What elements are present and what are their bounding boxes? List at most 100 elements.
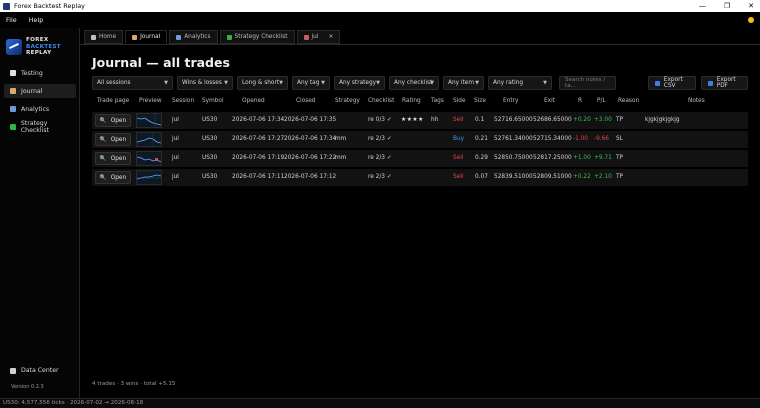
symbol-cell: US30 bbox=[202, 136, 218, 142]
open-trade-button[interactable]: 🔍 Open bbox=[95, 133, 131, 146]
status-indicator-icon bbox=[748, 17, 754, 23]
column-header[interactable]: Preview bbox=[139, 98, 162, 104]
column-header[interactable]: Symbol bbox=[202, 98, 224, 104]
tag-filter[interactable]: Any tag ▼ bbox=[292, 76, 330, 90]
sidebar-item-label: Strategy Checklist bbox=[20, 120, 49, 134]
checklist-icon bbox=[10, 124, 16, 130]
tab-journal[interactable]: Journal bbox=[125, 30, 168, 44]
column-header[interactable]: Closed bbox=[296, 98, 315, 104]
menu-file[interactable]: File bbox=[0, 16, 23, 24]
trade-preview-thumbnail[interactable] bbox=[136, 170, 162, 185]
journal-page: Journal — all trades All sessions ▼ Wins … bbox=[80, 44, 760, 398]
trade-preview-thumbnail[interactable] bbox=[136, 113, 162, 128]
column-header[interactable]: Entry bbox=[503, 98, 518, 104]
strategy-filter[interactable]: Any strategy ▼ bbox=[334, 76, 385, 90]
home-icon bbox=[91, 34, 96, 40]
entry-cell: 52761.34000 bbox=[494, 136, 533, 142]
close-window-icon[interactable]: ✕ bbox=[748, 2, 754, 10]
trade-preview-thumbnail[interactable] bbox=[136, 132, 162, 147]
column-header[interactable]: Strategy bbox=[335, 98, 360, 104]
item-filter[interactable]: Any item ▼ bbox=[443, 76, 484, 90]
tab-strategy-checklist[interactable]: Strategy Checklist bbox=[219, 30, 295, 44]
column-header[interactable]: Size bbox=[474, 98, 486, 104]
page-title: Journal — all trades bbox=[92, 55, 230, 70]
column-header[interactable]: Session bbox=[172, 98, 194, 104]
window-controls: — ❐ ✕ bbox=[699, 0, 754, 12]
sidebar-item-data-center[interactable]: Data Center bbox=[10, 367, 59, 374]
filter-value: Any item bbox=[448, 80, 475, 86]
sidebar-item-strategy-checklist[interactable]: Strategy Checklist bbox=[4, 120, 76, 134]
column-header[interactable]: Opened bbox=[242, 98, 265, 104]
sidebar-item-journal[interactable]: Journal bbox=[4, 84, 76, 98]
column-header[interactable]: Rating bbox=[402, 98, 421, 104]
column-header[interactable]: Side bbox=[453, 98, 466, 104]
open-trade-button[interactable]: 🔍 Open bbox=[95, 114, 131, 127]
column-header[interactable]: Checklist bbox=[368, 98, 394, 104]
search-icon: 🔍 bbox=[99, 155, 107, 162]
chevron-down-icon: ▼ bbox=[430, 80, 434, 86]
open-trade-button[interactable]: 🔍 Open bbox=[95, 152, 131, 165]
column-header[interactable]: Tags bbox=[431, 98, 444, 104]
chevron-down-icon: ▼ bbox=[164, 80, 168, 86]
close-tab-icon[interactable]: ✕ bbox=[328, 34, 333, 40]
table-row[interactable]: 🔍 Open jul US30 2026-07-06 17:11 2026-07-… bbox=[92, 169, 748, 186]
checklist-filter[interactable]: Any checklist ▼ bbox=[389, 76, 439, 90]
column-header[interactable]: R bbox=[578, 98, 582, 104]
window-title: Forex Backtest Replay bbox=[14, 2, 85, 10]
open-label: Open bbox=[110, 117, 127, 124]
symbol-cell: US30 bbox=[202, 117, 218, 123]
column-header[interactable]: Exit bbox=[544, 98, 555, 104]
chevron-down-icon: ▼ bbox=[475, 80, 479, 86]
sidebar-item-analytics[interactable]: Analytics bbox=[4, 102, 76, 116]
tab-label: Journal bbox=[140, 34, 161, 40]
search-input[interactable]: Search notes / ta... bbox=[559, 76, 616, 90]
export-pdf-button[interactable]: Export PDF bbox=[701, 76, 748, 90]
exit-cell: 52715.34000 bbox=[533, 136, 572, 142]
table-row[interactable]: 🔍 Open jul US30 2026-07-06 17:34 2026-07-… bbox=[92, 112, 748, 129]
open-trade-button[interactable]: 🔍 Open bbox=[95, 171, 131, 184]
maximize-icon[interactable]: ❐ bbox=[724, 2, 730, 10]
closed-cell: 2026-07-06 17:22 bbox=[284, 155, 337, 161]
checklist-cell: re 2/3 ✓ bbox=[368, 155, 392, 161]
rating-stars[interactable]: ★★★★ bbox=[401, 112, 424, 129]
version-label: Version 0.2.3 bbox=[11, 384, 44, 390]
tags-cell: hh bbox=[431, 117, 439, 123]
strategy-cell: mm bbox=[335, 136, 347, 142]
exit-cell: 52809.51000 bbox=[533, 174, 572, 180]
journal-icon bbox=[132, 34, 138, 40]
search-icon: 🔍 bbox=[99, 117, 107, 124]
tab-analytics[interactable]: Analytics bbox=[169, 30, 218, 44]
table-row[interactable]: 🔍 Open jul US30 2026-07-06 17:19 2026-07-… bbox=[92, 150, 748, 167]
sessions-filter[interactable]: All sessions ▼ bbox=[92, 76, 173, 90]
analytics-icon bbox=[10, 106, 16, 112]
trade-preview-thumbnail[interactable] bbox=[136, 151, 162, 166]
search-icon: 🔍 bbox=[99, 136, 107, 143]
export-csv-button[interactable]: Export CSV bbox=[648, 76, 696, 90]
side-cell: Sell bbox=[453, 117, 464, 123]
symbol-cell: US30 bbox=[202, 155, 218, 161]
table-row[interactable]: 🔍 Open jul US30 2026-07-06 17:27 2026-07-… bbox=[92, 131, 748, 148]
checklist-cell: re 2/3 ✓ bbox=[368, 174, 392, 180]
column-header[interactable]: Trade page bbox=[97, 98, 129, 104]
filter-value: Any strategy bbox=[339, 80, 377, 86]
sidebar-item-label: Data Center bbox=[21, 367, 59, 374]
tab-home[interactable]: Home bbox=[84, 30, 124, 44]
opened-cell: 2026-07-06 17:34 bbox=[232, 117, 285, 123]
rating-filter[interactable]: Any rating ▼ bbox=[488, 76, 552, 90]
outcome-filter[interactable]: Wins & losses ▼ bbox=[177, 76, 233, 90]
column-header[interactable]: Reason bbox=[618, 98, 639, 104]
closed-cell: 2026-07-06 17:34 bbox=[284, 136, 337, 142]
tab-jul[interactable]: jul ✕ bbox=[296, 30, 341, 44]
minimize-icon[interactable]: — bbox=[699, 2, 706, 10]
size-cell: 0.29 bbox=[475, 155, 488, 161]
checklist-cell: re 0/3 ✓ bbox=[368, 117, 392, 123]
pl-cell: +2.10 bbox=[594, 174, 612, 180]
size-cell: 0.1 bbox=[475, 117, 485, 123]
direction-filter[interactable]: Long & short ▼ bbox=[237, 76, 288, 90]
closed-cell: 2026-07-06 17:35 bbox=[284, 117, 337, 123]
reason-cell: TP bbox=[616, 155, 624, 161]
column-header[interactable]: P/L bbox=[597, 98, 606, 104]
menu-help[interactable]: Help bbox=[23, 16, 50, 24]
sidebar-item-testing[interactable]: Testing bbox=[4, 66, 76, 80]
column-header[interactable]: Notes bbox=[688, 98, 705, 104]
